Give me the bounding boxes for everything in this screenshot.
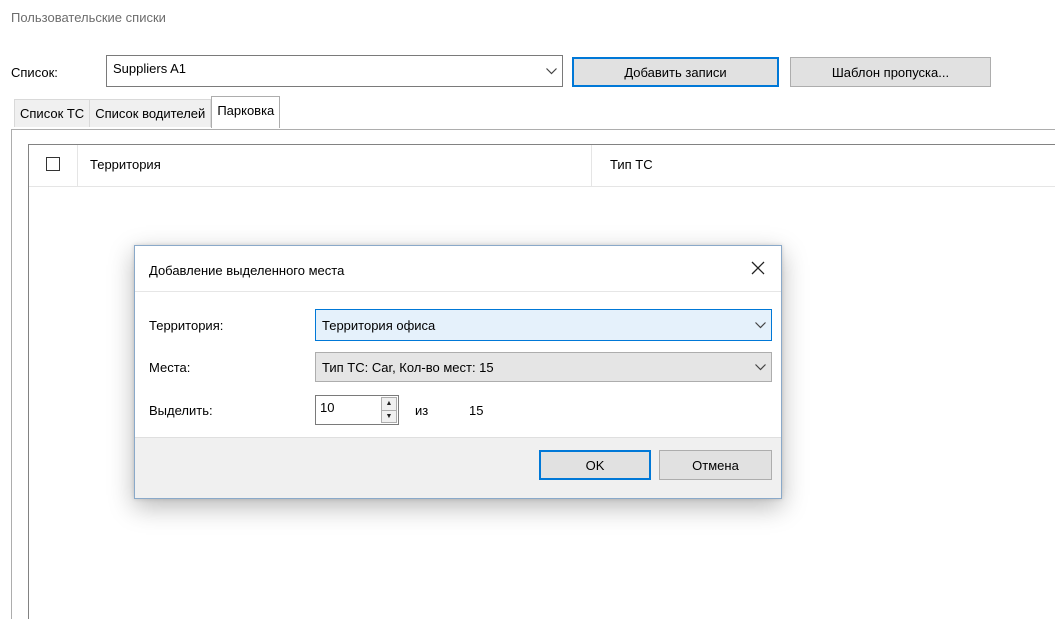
allocate-total: 15 bbox=[469, 403, 484, 418]
tab-bar: Список ТС Список водителей Парковка bbox=[14, 96, 281, 128]
allocate-value[interactable]: 10 bbox=[320, 400, 334, 415]
column-header-vehicle-type[interactable]: Тип ТС bbox=[610, 157, 653, 172]
column-divider bbox=[591, 145, 592, 186]
territory-label: Территория: bbox=[149, 318, 224, 333]
add-records-button[interactable]: Добавить записи bbox=[572, 57, 779, 87]
close-icon[interactable] bbox=[747, 257, 769, 279]
territory-select-value: Территория офиса bbox=[322, 317, 436, 333]
list-select[interactable]: Suppliers A1 bbox=[106, 55, 563, 87]
tab-vehicle-list[interactable]: Список ТС bbox=[14, 99, 91, 127]
list-label: Список: bbox=[11, 65, 58, 80]
cancel-button[interactable]: Отмена bbox=[659, 450, 772, 480]
dialog-divider bbox=[135, 291, 781, 292]
column-divider bbox=[77, 145, 78, 186]
allocate-stepper[interactable]: 10 ▲ ▼ bbox=[315, 395, 399, 425]
stepper-up-icon[interactable]: ▲ bbox=[381, 397, 397, 411]
add-place-dialog: Добавление выделенного места Территория:… bbox=[134, 245, 782, 499]
territory-select[interactable]: Территория офиса bbox=[315, 309, 772, 341]
places-select[interactable]: Тип ТС: Car, Кол-во мест: 15 bbox=[315, 352, 772, 382]
stepper-down-icon[interactable]: ▼ bbox=[381, 410, 397, 423]
dialog-title: Добавление выделенного места bbox=[149, 263, 345, 278]
chevron-down-icon[interactable] bbox=[749, 353, 771, 381]
allocate-label: Выделить: bbox=[149, 403, 213, 418]
list-select-value: Suppliers A1 bbox=[113, 61, 186, 76]
places-label: Места: bbox=[149, 360, 191, 375]
allocate-of-label: из bbox=[415, 403, 429, 418]
chevron-down-icon[interactable] bbox=[540, 56, 562, 86]
page-title: Пользовательские списки bbox=[11, 10, 166, 25]
column-header-territory[interactable]: Территория bbox=[90, 157, 161, 172]
select-all-checkbox[interactable] bbox=[46, 157, 60, 171]
dialog-footer: OK Отмена bbox=[135, 437, 781, 498]
tab-parking[interactable]: Парковка bbox=[211, 96, 281, 128]
pass-template-button[interactable]: Шаблон пропуска... bbox=[790, 57, 991, 87]
chevron-down-icon[interactable] bbox=[749, 310, 771, 340]
places-select-value: Тип ТС: Car, Кол-во мест: 15 bbox=[322, 359, 494, 375]
grid-header: Территория Тип ТС bbox=[29, 145, 1055, 187]
ok-button[interactable]: OK bbox=[539, 450, 651, 480]
tab-driver-list[interactable]: Список водителей bbox=[90, 99, 212, 127]
